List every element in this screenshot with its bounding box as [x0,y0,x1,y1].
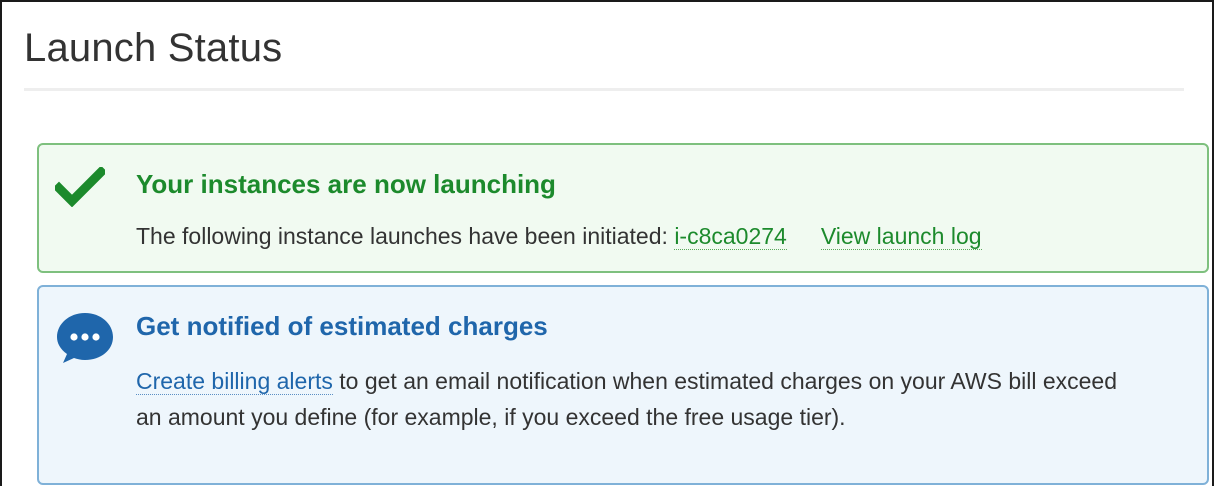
title-divider [24,88,1184,91]
page-title: Launch Status [24,26,283,70]
billing-body: Create billing alerts to get an email no… [136,363,1136,435]
success-heading: Your instances are now launching [136,169,556,199]
launch-success-alert: Your instances are now launching The fol… [37,143,1209,273]
instance-id-link[interactable]: i-c8ca0274 [674,223,787,250]
create-billing-alerts-link[interactable]: Create billing alerts [136,368,333,395]
chat-bubble-icon [57,313,113,363]
billing-heading: Get notified of estimated charges [136,311,548,341]
success-body-text: The following instance launches have bee… [136,223,675,249]
billing-info-alert: Get notified of estimated charges Create… [37,285,1209,485]
success-body: The following instance launches have bee… [136,218,982,254]
view-launch-log-link[interactable]: View launch log [820,223,982,250]
window-frame: Launch Status Your instances are now lau… [0,0,1214,486]
checkmark-icon [55,167,105,207]
